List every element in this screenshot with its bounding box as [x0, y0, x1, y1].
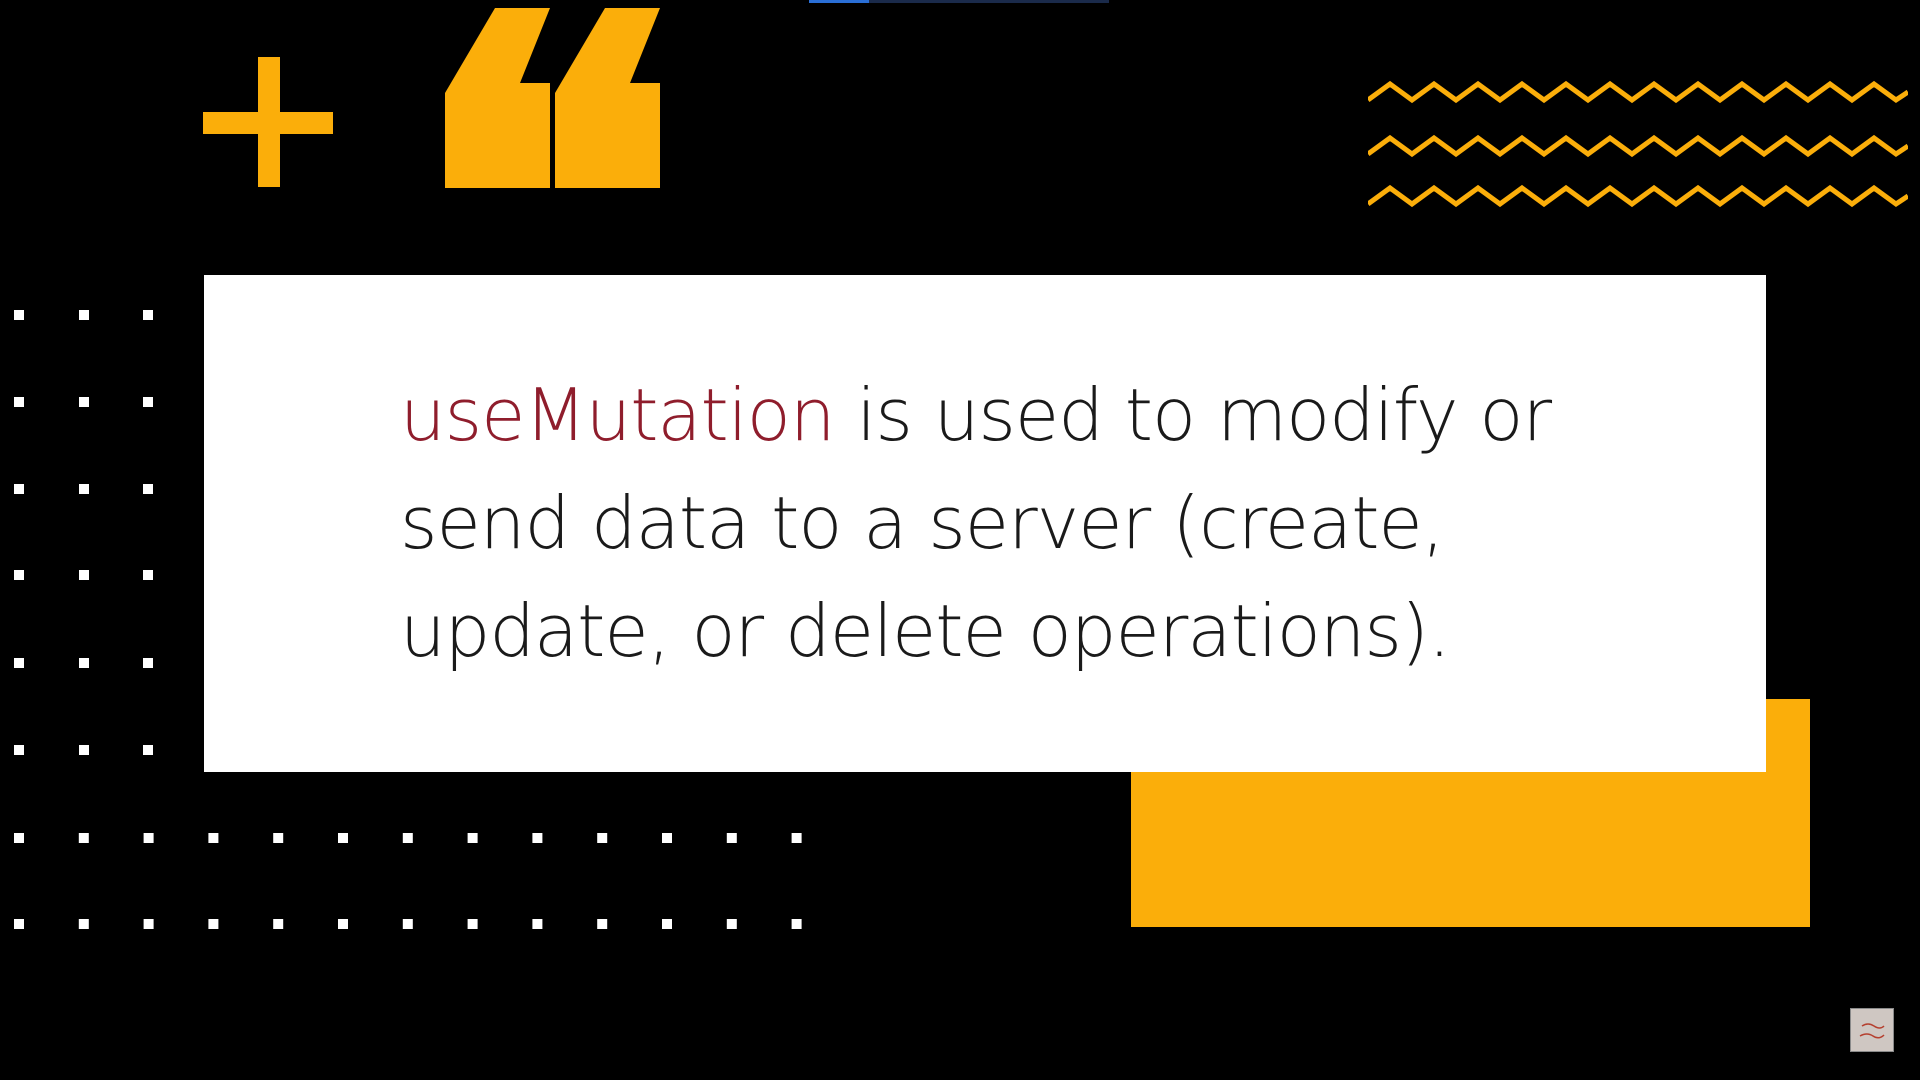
grid-dot	[143, 919, 154, 929]
grid-dot	[338, 833, 348, 843]
grid-dot	[402, 919, 413, 929]
quote-text: useMutation is used to modify or send dat…	[400, 361, 1600, 685]
plus-icon-vertical	[258, 57, 280, 187]
grid-dot	[532, 833, 543, 843]
grid-dot	[208, 919, 219, 929]
grid-dot	[78, 919, 89, 929]
grid-dot	[78, 833, 89, 843]
grid-dot	[338, 919, 348, 929]
grid-dot	[402, 833, 413, 843]
grid-dot	[14, 833, 24, 843]
quote-line3: update, or delete operations).	[400, 589, 1451, 673]
quote-card: useMutation is used to modify or send dat…	[204, 275, 1766, 772]
grid-dot	[597, 919, 608, 929]
slide: useMutation is used to modify or send dat…	[0, 0, 1920, 1080]
quote-mark-icon	[445, 8, 660, 188]
grid-dot	[14, 658, 24, 668]
quote-line1: is used to modify or	[834, 373, 1552, 457]
grid-dot	[143, 658, 153, 668]
grid-dot	[662, 919, 672, 929]
quote-line2: send data to a server (create,	[400, 481, 1445, 565]
progress-indicator	[809, 0, 869, 3]
zigzag-icon	[1368, 80, 1908, 208]
plus-icon	[203, 57, 333, 187]
grid-dot	[143, 745, 153, 755]
grid-dot	[14, 310, 24, 320]
grid-dot	[791, 919, 802, 929]
grid-dot	[143, 310, 153, 320]
grid-dot	[791, 833, 802, 843]
grid-dot	[14, 919, 24, 929]
grid-dot	[14, 570, 24, 580]
grid-dot	[79, 310, 89, 320]
grid-dot	[79, 570, 89, 580]
channel-logo-icon	[1850, 1008, 1894, 1052]
grid-dot	[14, 484, 24, 494]
grid-dot	[273, 833, 284, 843]
grid-dot	[143, 484, 153, 494]
grid-dot	[726, 919, 737, 929]
grid-dot	[273, 919, 284, 929]
quote-keyword: useMutation	[400, 373, 835, 457]
grid-dot	[79, 484, 89, 494]
grid-dot	[467, 919, 478, 929]
grid-dot	[662, 833, 672, 843]
grid-dot	[467, 833, 478, 843]
grid-dot	[14, 745, 24, 755]
grid-dot	[532, 919, 543, 929]
grid-dot	[143, 397, 153, 407]
grid-dot	[14, 397, 24, 407]
grid-dot	[143, 833, 154, 843]
grid-dot	[79, 397, 89, 407]
grid-dot	[597, 833, 608, 843]
grid-dot	[79, 658, 89, 668]
grid-dot	[726, 833, 737, 843]
grid-dot	[143, 570, 153, 580]
grid-dot	[208, 833, 219, 843]
grid-dot	[79, 745, 89, 755]
